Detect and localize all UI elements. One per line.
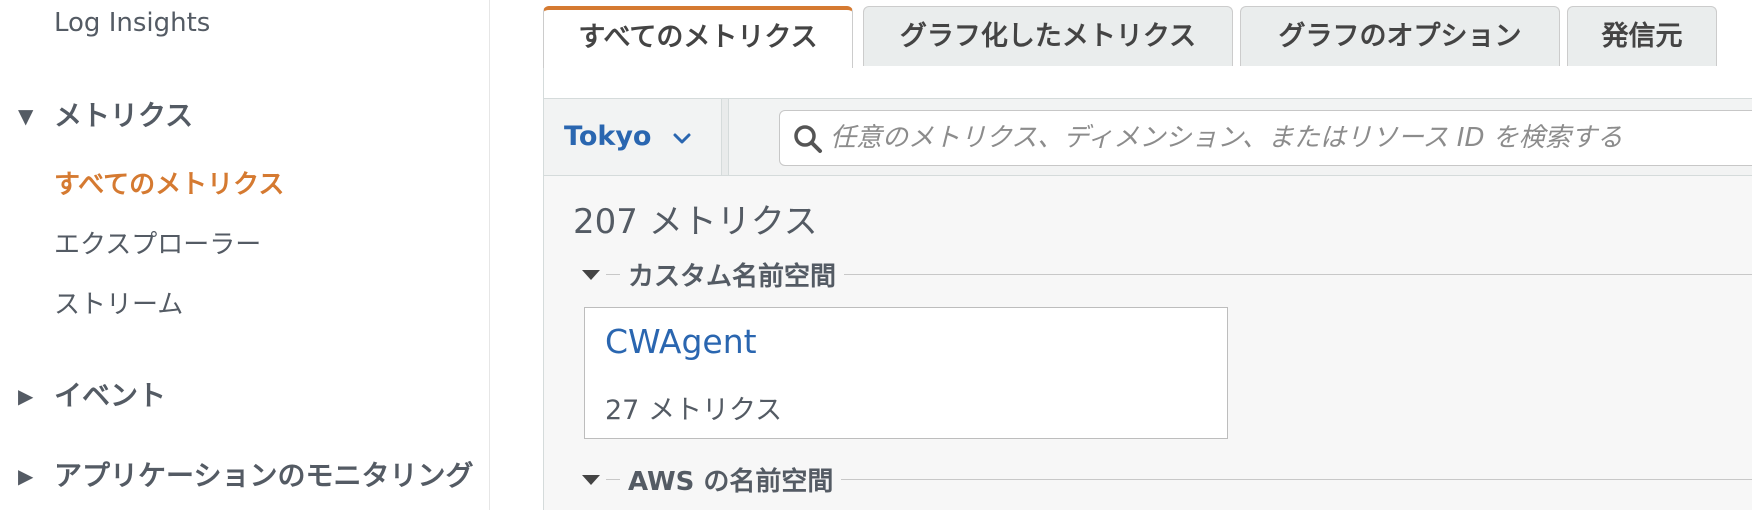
tab-source[interactable]: 発信元 (1567, 6, 1717, 66)
divider-line (606, 274, 620, 275)
sidebar-item-streams[interactable]: ストリーム (54, 284, 183, 321)
toolbar-divider (722, 99, 729, 175)
triangle-right-icon: ▶ (18, 384, 34, 408)
tab-graph-options[interactable]: グラフのオプション (1240, 6, 1560, 66)
sidebar-nav: Log Insights ▼ メトリクス すべてのメトリクス エクスプローラー ス… (0, 0, 490, 510)
sidebar-section-metrics[interactable]: ▼ メトリクス (18, 94, 193, 134)
metrics-panel: すべてのメトリクス グラフ化したメトリクス グラフのオプション 発信元 Toky… (543, 0, 1752, 510)
region-label: Tokyo (564, 121, 652, 152)
region-selector[interactable]: Tokyo (544, 99, 722, 175)
search-icon (794, 125, 822, 153)
sidebar-section-label: イベント (54, 379, 167, 412)
sidebar-section-app-monitoring[interactable]: ▶ アプリケーションのモニタリング (18, 454, 473, 494)
aws-namespace-header[interactable]: AWS の名前空間 (582, 461, 1752, 498)
chevron-down-icon (673, 133, 691, 143)
metric-count: 207 メトリクス (573, 202, 818, 242)
caret-down-icon (582, 270, 600, 280)
sidebar-section-label: アプリケーションのモニタリング (54, 459, 474, 492)
sidebar-section-label: メトリクス (54, 99, 194, 132)
section-label: AWS の名前空間 (628, 461, 842, 498)
section-label: カスタム名前空間 (628, 256, 845, 293)
sidebar-section-events[interactable]: ▶ イベント (18, 374, 166, 414)
sidebar-item-log-insights[interactable]: Log Insights (54, 8, 210, 38)
triangle-right-icon: ▶ (18, 464, 34, 488)
search-input[interactable] (830, 111, 1750, 165)
sidebar-item-all-metrics[interactable]: すべてのメトリクス (54, 164, 284, 201)
tab-bar: すべてのメトリクス グラフ化したメトリクス グラフのオプション 発信元 (543, 0, 1752, 69)
namespace-browser: 207 メトリクス カスタム名前空間 CWAgent 27 メトリクス AWS … (543, 176, 1752, 510)
panel-spacer (543, 68, 1752, 98)
divider-line (606, 479, 620, 480)
metrics-toolbar: Tokyo (543, 98, 1752, 176)
namespace-metric-count: 27 メトリクス (605, 395, 783, 426)
triangle-down-icon: ▼ (18, 104, 34, 128)
sidebar-item-explorer[interactable]: エクスプローラー (54, 224, 261, 261)
tab-all-metrics[interactable]: すべてのメトリクス (543, 6, 853, 69)
custom-namespace-header[interactable]: カスタム名前空間 (582, 256, 1752, 293)
namespace-card-cwagent[interactable]: CWAgent 27 メトリクス (584, 307, 1228, 439)
namespace-name[interactable]: CWAgent (605, 322, 757, 361)
caret-down-icon (582, 475, 600, 485)
search-box[interactable] (779, 110, 1752, 166)
tab-graphed-metrics[interactable]: グラフ化したメトリクス (863, 6, 1233, 66)
